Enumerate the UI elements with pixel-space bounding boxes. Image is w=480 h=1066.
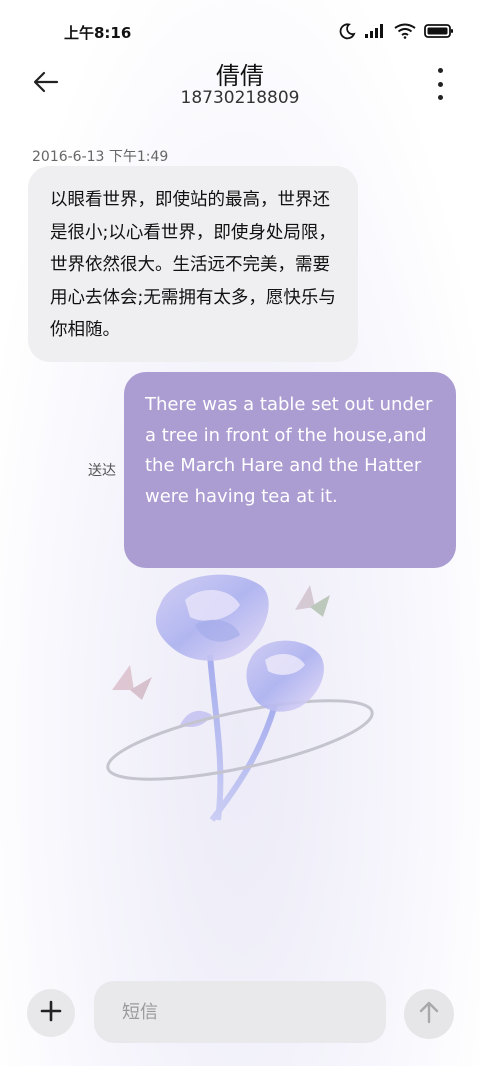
status-bar: 上午8:16 xyxy=(0,0,480,60)
contact-name: 倩倩 xyxy=(216,62,264,90)
rose-wallpaper-illustration xyxy=(100,565,400,865)
message-input[interactable] xyxy=(94,981,386,1043)
outgoing-message-bubble[interactable]: There was a table set out under a tree i… xyxy=(124,372,456,568)
plus-icon xyxy=(40,1000,62,1026)
delivery-status: 送达 xyxy=(88,463,116,479)
send-button[interactable] xyxy=(404,989,454,1039)
status-icons xyxy=(338,22,454,44)
message-timestamp: 2016-6-13 下午1:49 xyxy=(32,149,169,165)
more-vertical-icon xyxy=(437,68,443,73)
add-attachment-button[interactable] xyxy=(27,989,75,1037)
more-options-button[interactable] xyxy=(430,68,450,100)
conversation-header: 倩倩 18730218809 xyxy=(0,56,480,116)
wifi-icon xyxy=(394,23,416,43)
contact-number: 18730218809 xyxy=(180,88,300,108)
signal-icon xyxy=(364,23,386,43)
status-time: 上午8:16 xyxy=(64,24,132,42)
battery-icon xyxy=(424,23,454,43)
moon-icon xyxy=(338,22,356,44)
arrow-up-icon xyxy=(418,1000,440,1028)
incoming-message-bubble[interactable]: 以眼看世界，即使站的最高，世界还是很小;以心看世界，即使身处局限，世界依然很大。… xyxy=(28,166,358,362)
composer-bar xyxy=(0,960,480,1066)
